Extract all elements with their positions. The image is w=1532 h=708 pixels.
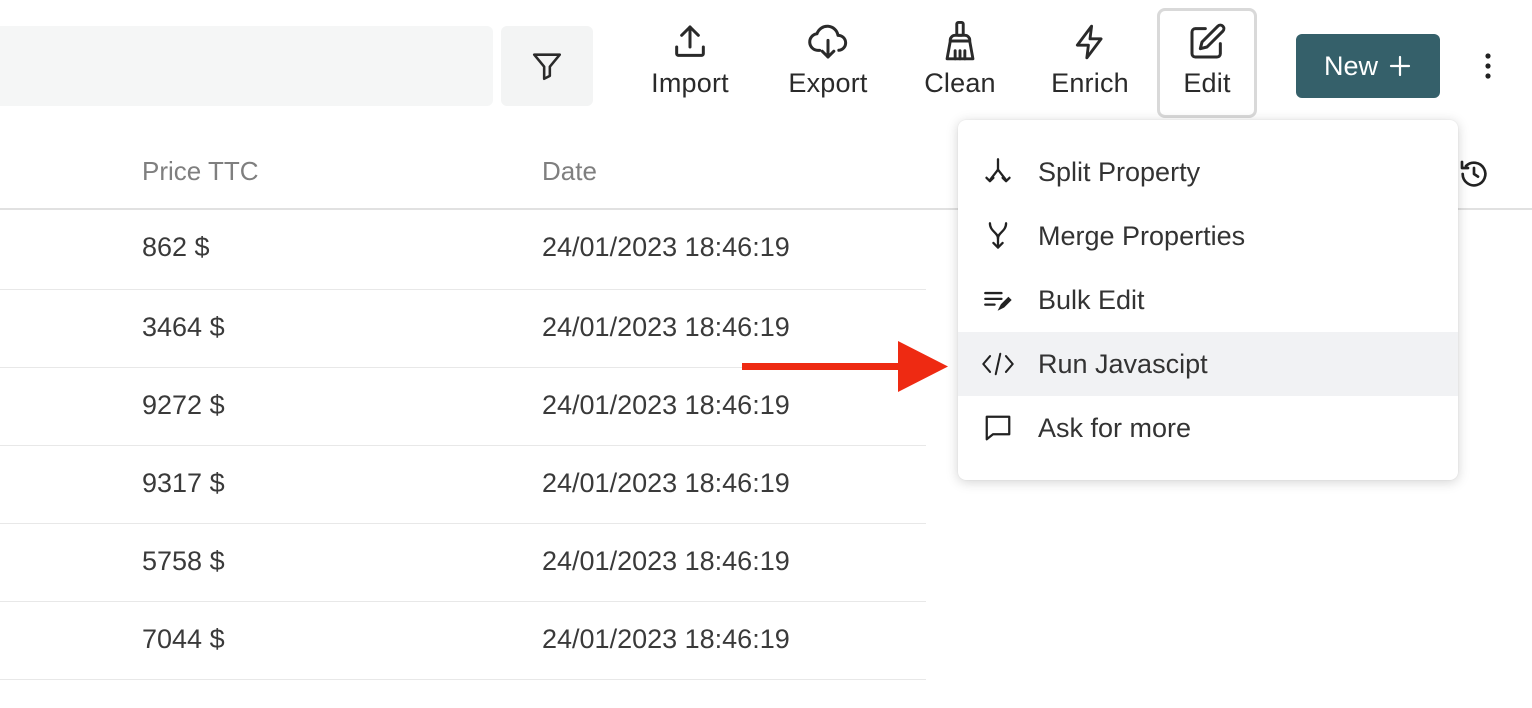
filter-icon bbox=[532, 53, 562, 81]
menu-item-label: Merge Properties bbox=[1038, 220, 1246, 251]
date-cell: 24/01/2023 18:46:19 bbox=[542, 390, 790, 420]
broom-icon bbox=[945, 20, 975, 61]
import-label: Import bbox=[651, 68, 729, 98]
cloud-download-icon bbox=[808, 24, 848, 59]
price-cell: 9272 $ bbox=[142, 390, 225, 420]
clean-label: Clean bbox=[924, 68, 996, 98]
menu-item-run-javascript[interactable]: Run Javascipt bbox=[958, 332, 1458, 396]
price-cell: 7044 $ bbox=[142, 624, 225, 654]
menu-item-split-property[interactable]: Split Property bbox=[958, 140, 1458, 204]
plus-icon bbox=[1389, 55, 1411, 77]
edit-dropdown-menu: Split Property Merge Properties Bulk Edi… bbox=[958, 120, 1458, 480]
menu-item-label: Bulk Edit bbox=[1038, 284, 1145, 315]
menu-item-label: Ask for more bbox=[1038, 412, 1192, 443]
menu-item-merge-properties[interactable]: Merge Properties bbox=[958, 204, 1458, 268]
table-body: 862 $ 24/01/2023 18:46:19 3464 $ 24/01/2… bbox=[0, 210, 926, 680]
export-button[interactable]: Export bbox=[776, 14, 880, 114]
date-cell: 24/01/2023 18:46:19 bbox=[542, 232, 790, 262]
price-cell: 862 $ bbox=[142, 232, 210, 262]
merge-icon bbox=[988, 222, 1008, 249]
price-cell: 5758 $ bbox=[142, 546, 225, 576]
menu-item-bulk-edit[interactable]: Bulk Edit bbox=[958, 268, 1458, 332]
menu-item-label: Run Javascipt bbox=[1038, 348, 1208, 379]
column-header-price[interactable]: Price TTC bbox=[142, 156, 259, 187]
new-button[interactable]: New bbox=[1296, 34, 1440, 98]
export-label: Export bbox=[788, 68, 868, 98]
table-row[interactable]: 9317 $ 24/01/2023 18:46:19 bbox=[0, 446, 926, 524]
column-header-date[interactable]: Date bbox=[542, 156, 597, 187]
enrich-label: Enrich bbox=[1051, 68, 1129, 98]
date-cell: 24/01/2023 18:46:19 bbox=[542, 624, 790, 654]
vertical-dots-icon bbox=[1485, 53, 1491, 79]
more-options-button[interactable] bbox=[1472, 44, 1504, 88]
table-row[interactable]: 862 $ 24/01/2023 18:46:19 bbox=[0, 210, 926, 290]
new-label: New bbox=[1323, 50, 1378, 81]
edit-label: Edit bbox=[1183, 68, 1231, 98]
edit-button[interactable]: Edit bbox=[1157, 8, 1257, 118]
history-icon bbox=[1460, 160, 1487, 187]
price-cell: 9317 $ bbox=[142, 468, 225, 498]
code-icon bbox=[982, 352, 1014, 376]
edit-icon bbox=[1190, 23, 1226, 59]
date-cell: 24/01/2023 18:46:19 bbox=[542, 546, 790, 576]
enrich-button[interactable]: Enrich bbox=[1040, 14, 1140, 114]
menu-item-ask-for-more[interactable]: Ask for more bbox=[958, 396, 1458, 460]
filter-button[interactable] bbox=[501, 26, 593, 106]
table-row[interactable]: 7044 $ 24/01/2023 18:46:19 bbox=[0, 602, 926, 680]
price-cell: 3464 $ bbox=[142, 312, 225, 342]
search-input[interactable] bbox=[0, 26, 493, 106]
clean-button[interactable]: Clean bbox=[912, 14, 1008, 114]
date-cell: 24/01/2023 18:46:19 bbox=[542, 468, 790, 498]
import-button[interactable]: Import bbox=[635, 14, 745, 114]
lightning-icon bbox=[1075, 24, 1103, 60]
annotation-arrow bbox=[742, 341, 948, 392]
history-button[interactable] bbox=[1458, 158, 1490, 195]
upload-icon bbox=[675, 25, 705, 57]
chat-bubble-icon bbox=[985, 415, 1011, 441]
split-icon bbox=[985, 158, 1011, 183]
table-row[interactable]: 5758 $ 24/01/2023 18:46:19 bbox=[0, 524, 926, 602]
menu-item-label: Split Property bbox=[1038, 156, 1201, 187]
bulk-edit-icon bbox=[984, 291, 1012, 311]
